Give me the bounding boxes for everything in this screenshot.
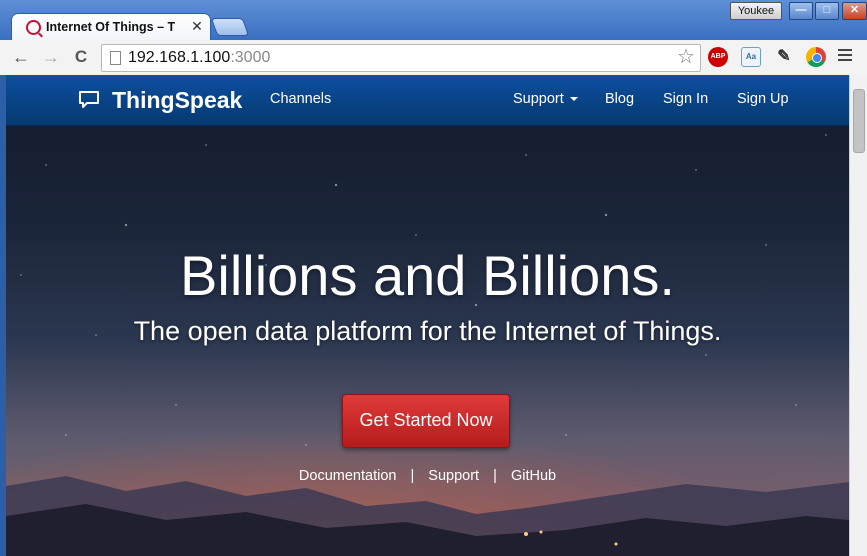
tab-title: Internet Of Things – T bbox=[46, 20, 176, 34]
nav-support-label: Support bbox=[513, 91, 564, 107]
minimize-button[interactable]: — bbox=[789, 2, 813, 20]
profile-badge[interactable]: Youkee bbox=[730, 2, 782, 20]
nav-blog[interactable]: Blog bbox=[605, 91, 634, 107]
browser-tab[interactable]: Internet Of Things – T ✕ bbox=[12, 14, 210, 40]
browser-titlebar: Internet Of Things – T ✕ Youkee — □ ✕ bbox=[0, 0, 867, 40]
link-documentation[interactable]: Documentation bbox=[299, 468, 397, 484]
link-support[interactable]: Support bbox=[428, 468, 479, 484]
url-text[interactable]: 192.168.1.100:3000 bbox=[128, 49, 270, 67]
link-github[interactable]: GitHub bbox=[511, 468, 556, 484]
nav-sign-in[interactable]: Sign In bbox=[663, 91, 708, 107]
reload-button[interactable]: C bbox=[70, 46, 92, 68]
adblock-plus-icon[interactable]: ABP bbox=[708, 47, 728, 67]
scrollbar-thumb[interactable] bbox=[853, 89, 865, 153]
evernote-icon[interactable]: ✎ bbox=[774, 47, 794, 67]
hero-subtitle: The open data platform for the Internet … bbox=[133, 316, 722, 346]
dictionary-extension-icon[interactable]: Aa bbox=[741, 47, 761, 67]
chrome-menu-icon[interactable] bbox=[838, 49, 852, 63]
browser-toolbar: ← → C 192.168.1.100:3000 ☆ ABP Aa ✎ bbox=[0, 40, 867, 76]
url-port: :3000 bbox=[230, 49, 271, 66]
maximize-button[interactable]: □ bbox=[815, 2, 839, 20]
get-started-button[interactable]: Get Started Now bbox=[342, 394, 510, 448]
close-window-button[interactable]: ✕ bbox=[842, 2, 867, 20]
url-host: 192.168.1.100 bbox=[128, 49, 231, 66]
bookmark-star-icon[interactable]: ☆ bbox=[676, 46, 696, 68]
page-scrollbar[interactable] bbox=[849, 75, 867, 556]
nav-channels[interactable]: Channels bbox=[270, 91, 331, 107]
address-bar[interactable]: 192.168.1.100:3000 ☆ bbox=[101, 44, 701, 72]
brand-name: ThingSpeak bbox=[112, 87, 243, 113]
back-button[interactable]: ← bbox=[10, 46, 32, 68]
thingspeak-favicon-icon bbox=[26, 20, 41, 35]
site-navbar: ThingSpeak Channels Support Blog Sign In… bbox=[6, 75, 849, 126]
page-viewport: ThingSpeak Channels Support Blog Sign In… bbox=[6, 75, 849, 556]
forward-button[interactable]: → bbox=[40, 46, 62, 68]
nav-sign-up[interactable]: Sign Up bbox=[737, 91, 789, 107]
hero-links: Documentation | Support | GitHub bbox=[6, 468, 849, 484]
caret-down-icon bbox=[569, 97, 578, 102]
page-icon bbox=[110, 51, 121, 65]
link-separator: | bbox=[493, 468, 497, 484]
chrome-extension-icon[interactable] bbox=[806, 47, 826, 67]
hero-title: Billions and Billions. bbox=[180, 244, 675, 307]
nav-support-dropdown[interactable]: Support bbox=[513, 91, 578, 107]
link-separator: | bbox=[410, 468, 415, 484]
tab-close-icon[interactable]: ✕ bbox=[190, 19, 204, 33]
new-tab-button[interactable] bbox=[210, 18, 250, 36]
mountain-silhouette bbox=[6, 476, 849, 556]
speech-bubble-icon bbox=[79, 91, 99, 108]
